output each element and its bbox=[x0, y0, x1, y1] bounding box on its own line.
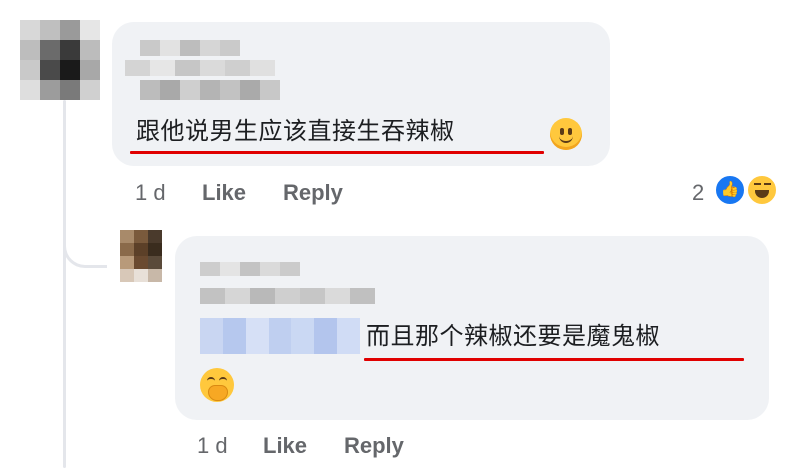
reply-button[interactable]: Reply bbox=[344, 433, 404, 459]
author-name-blurred bbox=[200, 288, 375, 304]
highlight-underline bbox=[130, 151, 544, 154]
reply-connector bbox=[63, 230, 107, 268]
avatar[interactable] bbox=[20, 20, 100, 100]
hand-over-mouth-icon bbox=[200, 368, 234, 402]
haha-reaction-icon[interactable] bbox=[746, 174, 778, 206]
reply-button[interactable]: Reply bbox=[283, 180, 343, 206]
author-name-blurred[interactable] bbox=[140, 40, 240, 56]
mention-blurred[interactable] bbox=[200, 318, 360, 354]
thread-line bbox=[63, 100, 66, 468]
like-reaction-icon[interactable]: 👍 bbox=[714, 174, 746, 206]
reply-text: 而且那个辣椒还要是魔鬼椒 bbox=[366, 323, 660, 350]
avatar[interactable] bbox=[120, 230, 162, 282]
highlight-underline bbox=[364, 358, 744, 361]
like-button[interactable]: Like bbox=[202, 180, 246, 206]
comment-text: 跟他说男生应该直接生吞辣椒 bbox=[136, 118, 455, 145]
reply-timestamp[interactable]: 1 d bbox=[197, 433, 228, 459]
slightly-smiling-face-icon bbox=[550, 118, 582, 150]
reaction-count[interactable]: 2 bbox=[692, 180, 704, 206]
author-name-blurred bbox=[125, 60, 275, 76]
like-button[interactable]: Like bbox=[263, 433, 307, 459]
author-name-blurred bbox=[140, 80, 280, 100]
comment-timestamp[interactable]: 1 d bbox=[135, 180, 166, 206]
author-name-blurred[interactable] bbox=[200, 262, 300, 276]
